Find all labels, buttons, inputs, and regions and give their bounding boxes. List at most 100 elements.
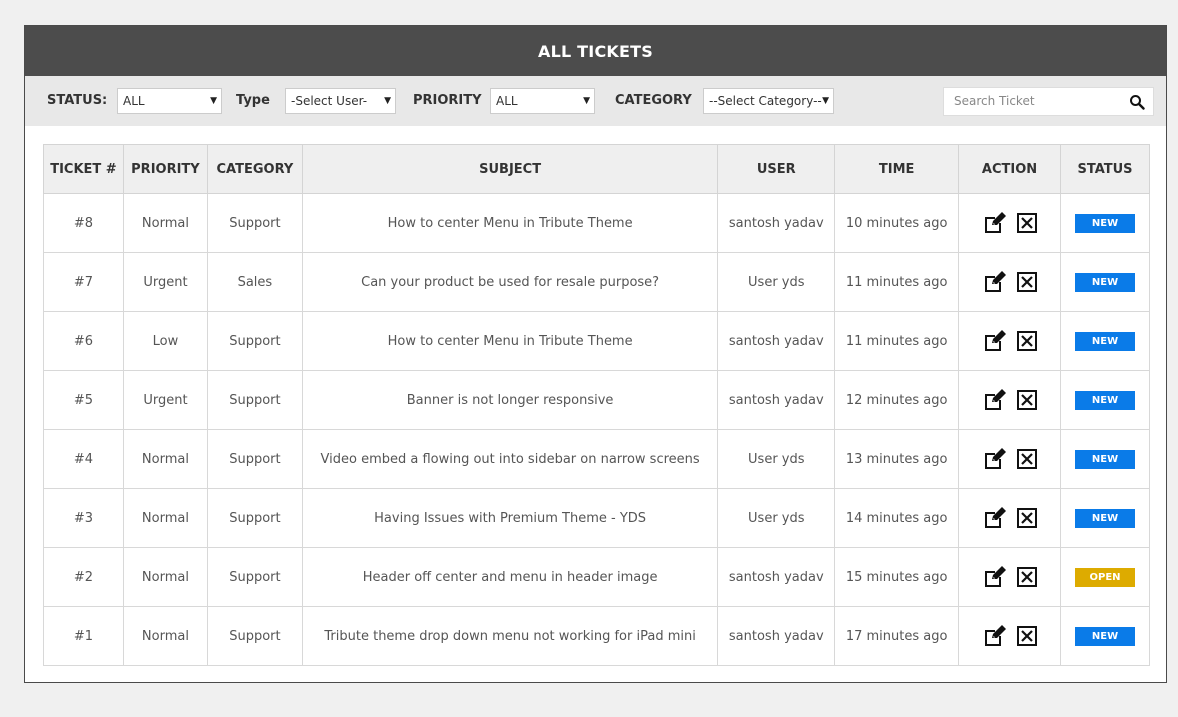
- type-filter-label: Type: [236, 93, 270, 108]
- page-title: ALL TICKETS: [538, 41, 653, 61]
- ticket-subject[interactable]: Can your product be used for resale purp…: [301, 252, 719, 312]
- edit-icon[interactable]: [983, 388, 1007, 412]
- ticket-user: santosh yadav: [717, 193, 836, 253]
- column-header-action: ACTION: [958, 144, 1062, 194]
- ticket-id: #6: [43, 311, 124, 371]
- type-filter-value: -Select User-: [291, 94, 368, 108]
- column-header-time[interactable]: TIME: [834, 144, 960, 194]
- table-row[interactable]: #2 Normal Support Header off center and men…: [43, 547, 1150, 607]
- status-badge[interactable]: NEW: [1075, 331, 1135, 351]
- column-header-priority[interactable]: PRIORITY: [122, 144, 208, 194]
- ticket-user: santosh yadav: [717, 370, 836, 430]
- ticket-category: Support: [206, 311, 303, 371]
- tickets-table: TICKET # PRIORITY CATEGORY SUBJECT USER …: [43, 144, 1150, 666]
- ticket-id: #1: [43, 606, 124, 666]
- edit-icon[interactable]: [983, 329, 1007, 353]
- ticket-time: 15 minutes ago: [834, 547, 960, 607]
- category-filter-label: CATEGORY: [615, 93, 692, 108]
- status-filter-select[interactable]: ALL ▼: [117, 88, 222, 114]
- category-filter-select[interactable]: --Select Category-- ▼: [703, 88, 834, 114]
- table-row[interactable]: #8 Normal Support How to center Menu in Tri…: [43, 193, 1150, 253]
- priority-filter-value: ALL: [496, 94, 518, 108]
- ticket-priority: Normal: [122, 488, 208, 548]
- column-header-user[interactable]: USER: [717, 144, 836, 194]
- edit-icon[interactable]: [983, 506, 1007, 530]
- ticket-time: 14 minutes ago: [834, 488, 960, 548]
- ticket-id: #8: [43, 193, 124, 253]
- edit-icon[interactable]: [983, 624, 1007, 648]
- table-row[interactable]: #1 Normal Support Tribute theme drop down m…: [43, 606, 1150, 666]
- column-header-category[interactable]: CATEGORY: [206, 144, 303, 194]
- status-badge[interactable]: NEW: [1075, 626, 1135, 646]
- ticket-priority: Normal: [122, 547, 208, 607]
- edit-icon[interactable]: [983, 565, 1007, 589]
- ticket-id: #2: [43, 547, 124, 607]
- delete-icon[interactable]: [1016, 331, 1037, 351]
- ticket-actions: [958, 193, 1062, 253]
- priority-filter-select[interactable]: ALL ▼: [490, 88, 595, 114]
- delete-icon[interactable]: [1016, 626, 1037, 646]
- status-badge[interactable]: NEW: [1075, 272, 1135, 292]
- ticket-priority: Normal: [122, 606, 208, 666]
- delete-icon[interactable]: [1016, 390, 1037, 410]
- ticket-time: 12 minutes ago: [834, 370, 960, 430]
- ticket-status-cell: NEW: [1060, 193, 1150, 253]
- delete-icon[interactable]: [1016, 449, 1037, 469]
- ticket-status-cell: NEW: [1060, 252, 1150, 312]
- type-filter-select[interactable]: -Select User- ▼: [285, 88, 396, 114]
- delete-icon[interactable]: [1016, 272, 1037, 292]
- status-badge[interactable]: NEW: [1075, 449, 1135, 469]
- ticket-priority: Urgent: [122, 252, 208, 312]
- edit-icon[interactable]: [983, 270, 1007, 294]
- ticket-subject[interactable]: Tribute theme drop down menu not working…: [301, 606, 719, 666]
- ticket-actions: [958, 311, 1062, 371]
- ticket-actions: [958, 370, 1062, 430]
- delete-icon[interactable]: [1016, 213, 1037, 233]
- delete-icon[interactable]: [1016, 508, 1037, 528]
- status-badge[interactable]: NEW: [1075, 508, 1135, 528]
- edit-icon[interactable]: [983, 447, 1007, 471]
- filter-bar: STATUS: ALL ▼ Type -Select User- ▼ PRIOR…: [25, 76, 1166, 126]
- panel-header: ALL TICKETS: [25, 26, 1166, 76]
- ticket-id: #3: [43, 488, 124, 548]
- ticket-subject[interactable]: Having Issues with Premium Theme - YDS: [301, 488, 719, 548]
- status-badge[interactable]: NEW: [1075, 390, 1135, 410]
- delete-icon[interactable]: [1016, 567, 1037, 587]
- search-box: [943, 87, 1154, 116]
- column-header-subject[interactable]: SUBJECT: [301, 144, 719, 194]
- status-badge[interactable]: OPEN: [1075, 567, 1135, 587]
- ticket-category: Sales: [206, 252, 303, 312]
- ticket-actions: [958, 429, 1062, 489]
- ticket-user: User yds: [717, 252, 836, 312]
- ticket-actions: [958, 547, 1062, 607]
- edit-icon[interactable]: [983, 211, 1007, 235]
- table-row[interactable]: #7 Urgent Sales Can your product be used fo…: [43, 252, 1150, 312]
- table-row[interactable]: #4 Normal Support Video embed a flowing out…: [43, 429, 1150, 489]
- column-header-ticket[interactable]: TICKET #: [43, 144, 124, 194]
- chevron-down-icon: ▼: [822, 96, 829, 106]
- ticket-subject[interactable]: Banner is not longer responsive: [301, 370, 719, 430]
- status-badge[interactable]: NEW: [1075, 213, 1135, 233]
- ticket-user: santosh yadav: [717, 606, 836, 666]
- ticket-user: santosh yadav: [717, 547, 836, 607]
- ticket-category: Support: [206, 547, 303, 607]
- column-header-status[interactable]: STATUS: [1060, 144, 1150, 194]
- ticket-priority: Low: [122, 311, 208, 371]
- search-input[interactable]: [954, 94, 1124, 108]
- table-row[interactable]: #3 Normal Support Having Issues with Premiu…: [43, 488, 1150, 548]
- table-row[interactable]: #5 Urgent Support Banner is not longer resp…: [43, 370, 1150, 430]
- search-icon[interactable]: [1129, 94, 1145, 110]
- ticket-category: Support: [206, 606, 303, 666]
- ticket-subject[interactable]: How to center Menu in Tribute Theme: [301, 311, 719, 371]
- ticket-subject[interactable]: Video embed a flowing out into sidebar o…: [301, 429, 719, 489]
- status-filter-label: STATUS:: [47, 93, 108, 108]
- ticket-user: User yds: [717, 429, 836, 489]
- table-row[interactable]: #6 Low Support How to center Menu in Tribut…: [43, 311, 1150, 371]
- ticket-category: Support: [206, 429, 303, 489]
- ticket-time: 13 minutes ago: [834, 429, 960, 489]
- priority-filter-label: PRIORITY: [413, 93, 482, 108]
- ticket-subject[interactable]: How to center Menu in Tribute Theme: [301, 193, 719, 253]
- ticket-subject[interactable]: Header off center and menu in header ima…: [301, 547, 719, 607]
- ticket-id: #5: [43, 370, 124, 430]
- chevron-down-icon: ▼: [210, 96, 217, 106]
